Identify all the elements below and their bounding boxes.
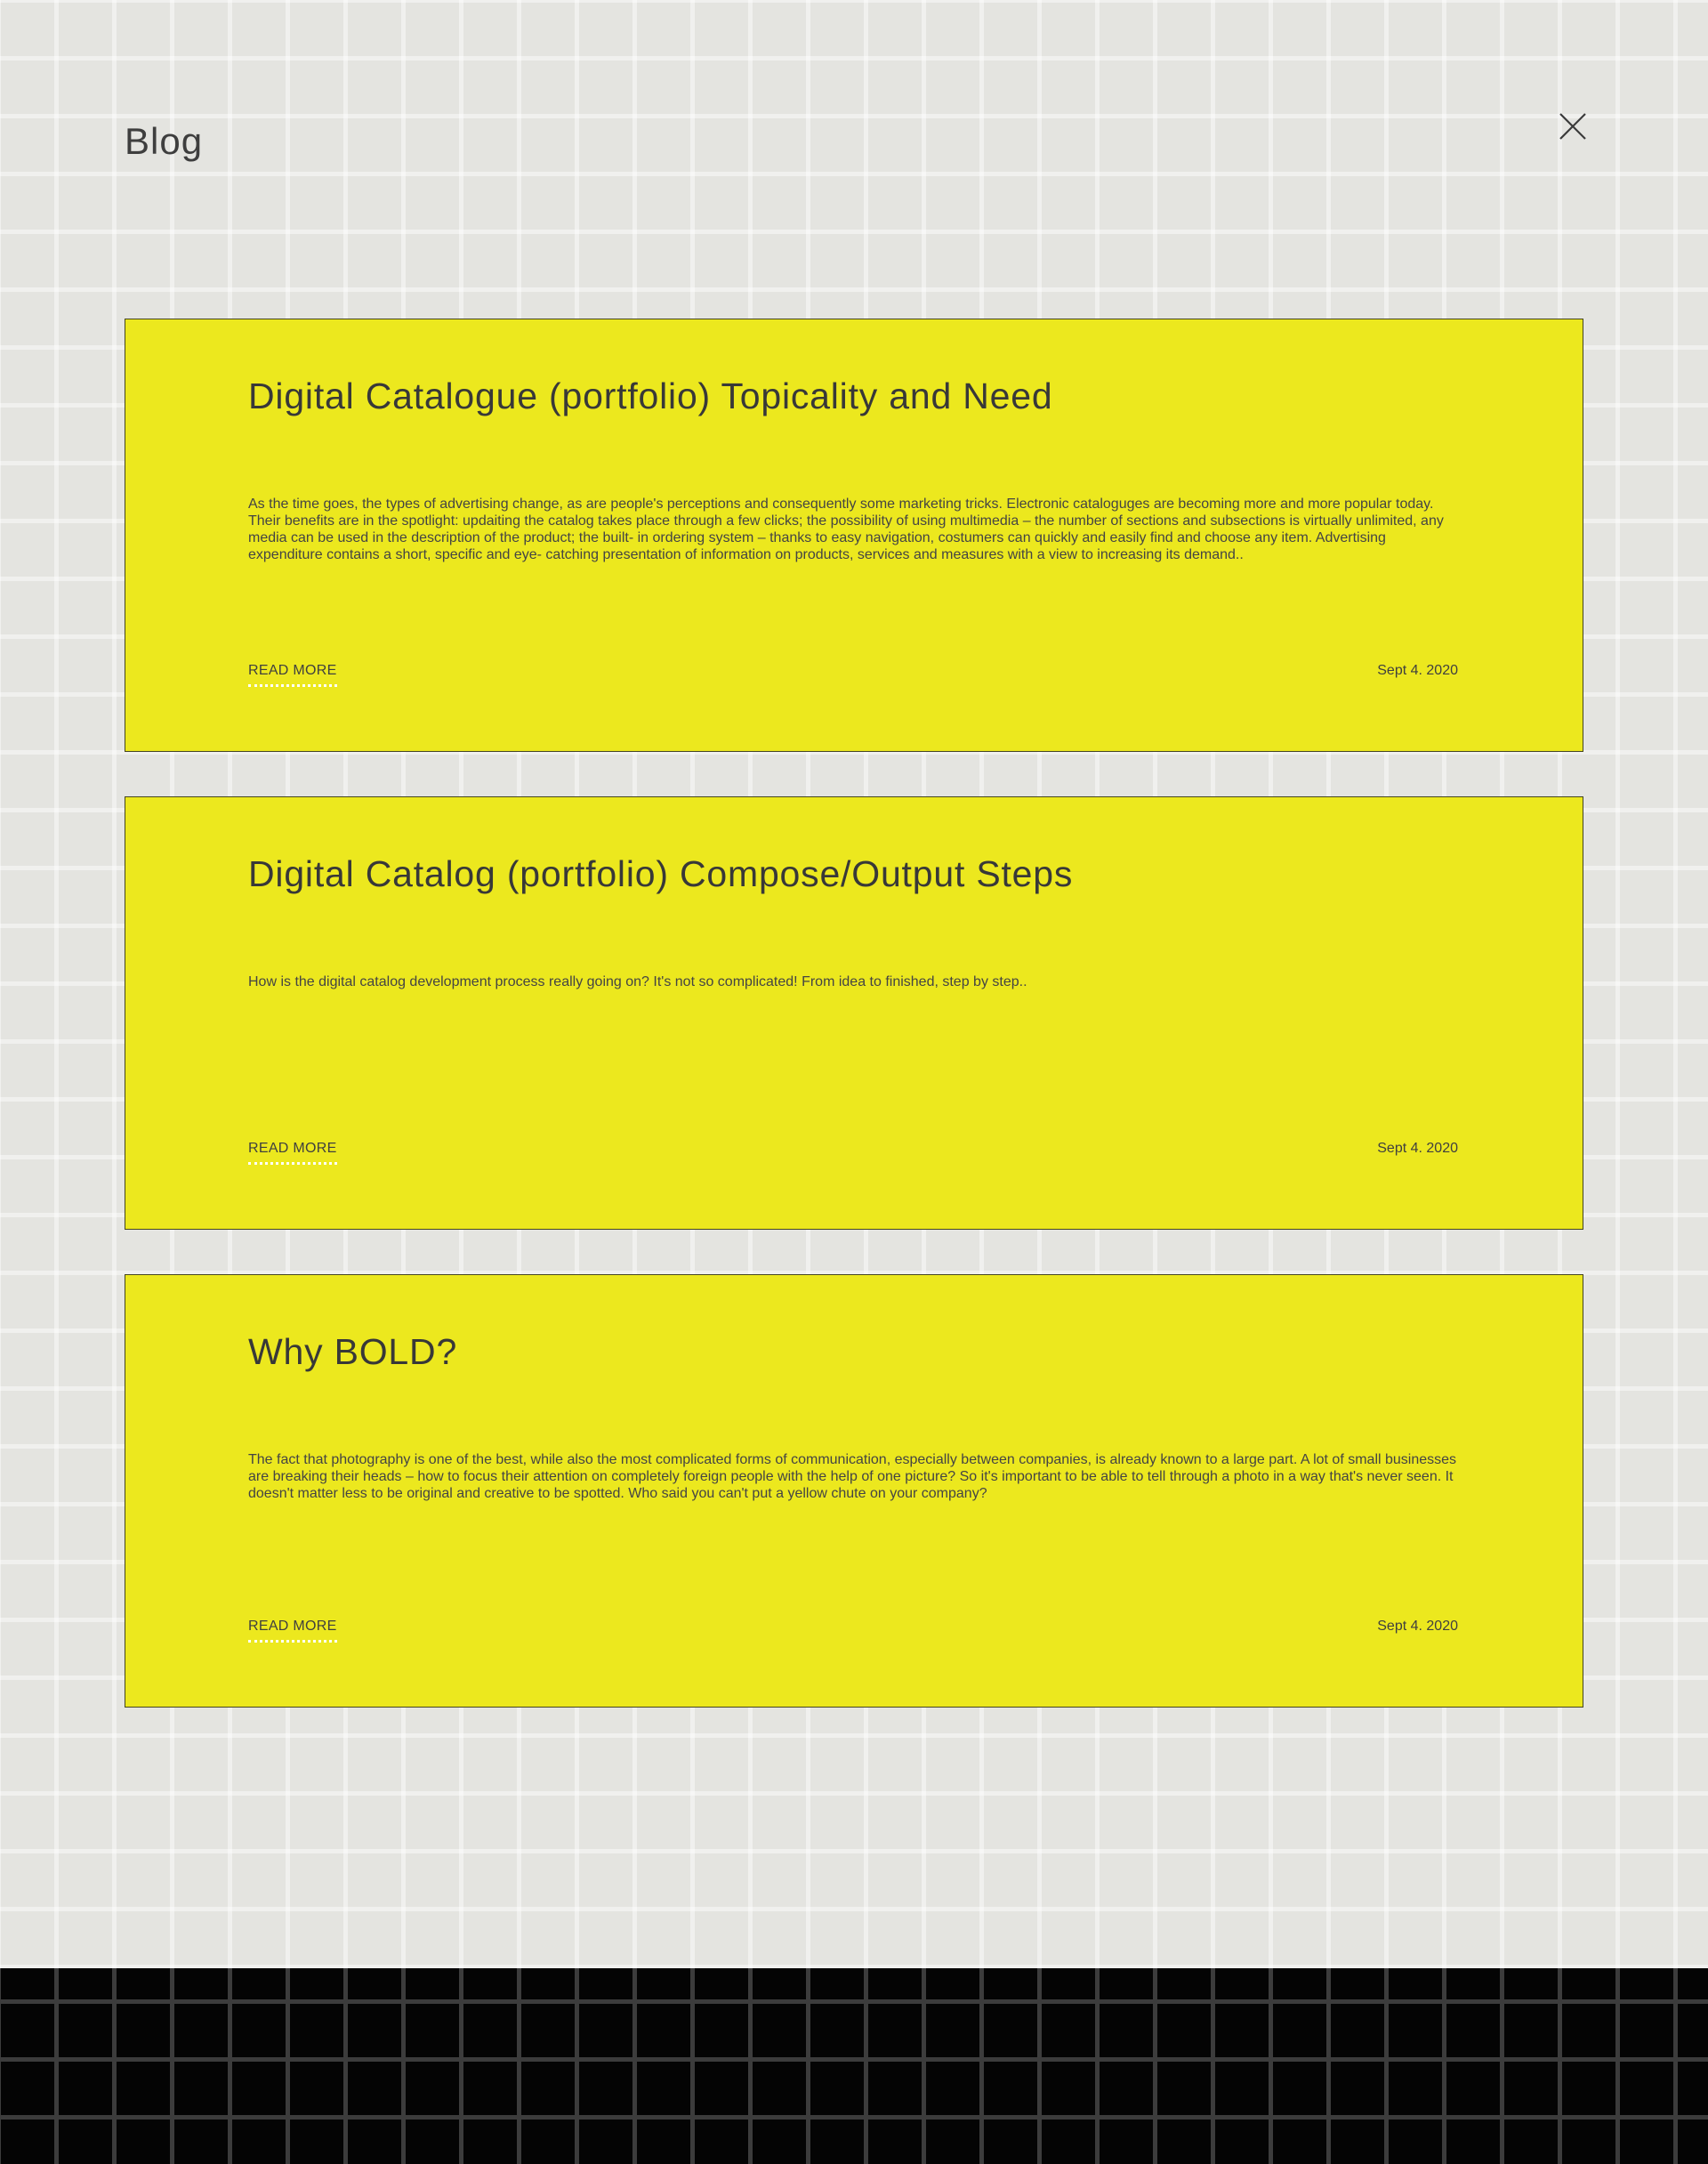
post-card: Digital Catalogue (portfolio) Topicality… — [125, 319, 1583, 752]
blog-page: Blog Digital Catalogue (portfolio) Topic… — [0, 0, 1708, 1968]
read-more-link[interactable]: READ MORE — [248, 662, 337, 687]
post-excerpt: How is the digital catalog development p… — [248, 974, 1027, 989]
post-date: Sept 4. 2020 — [1377, 1619, 1458, 1634]
read-more-link[interactable]: READ MORE — [248, 1140, 337, 1165]
post-date: Sept 4. 2020 — [1377, 663, 1458, 678]
post-title[interactable]: Digital Catalogue (portfolio) Topicality… — [248, 373, 1052, 419]
close-icon — [1559, 113, 1586, 140]
post-excerpt: The fact that photography is one of the … — [248, 1452, 1457, 1501]
post-excerpt: As the time goes, the types of advertisi… — [248, 497, 1444, 562]
post-card: Digital Catalog (portfolio) Compose/Outp… — [125, 796, 1583, 1230]
post-title[interactable]: Digital Catalog (portfolio) Compose/Outp… — [248, 851, 1073, 897]
post-title[interactable]: Why BOLD? — [248, 1328, 457, 1375]
read-more-link[interactable]: READ MORE — [248, 1618, 337, 1643]
post-card: Why BOLD? The fact that photography is o… — [125, 1274, 1583, 1708]
page-title: Blog — [125, 120, 204, 162]
footer-grid — [0, 1968, 1708, 2164]
post-date: Sept 4. 2020 — [1377, 1141, 1458, 1156]
close-button[interactable] — [1557, 110, 1589, 142]
post-list: Digital Catalogue (portfolio) Topicality… — [125, 319, 1583, 1752]
